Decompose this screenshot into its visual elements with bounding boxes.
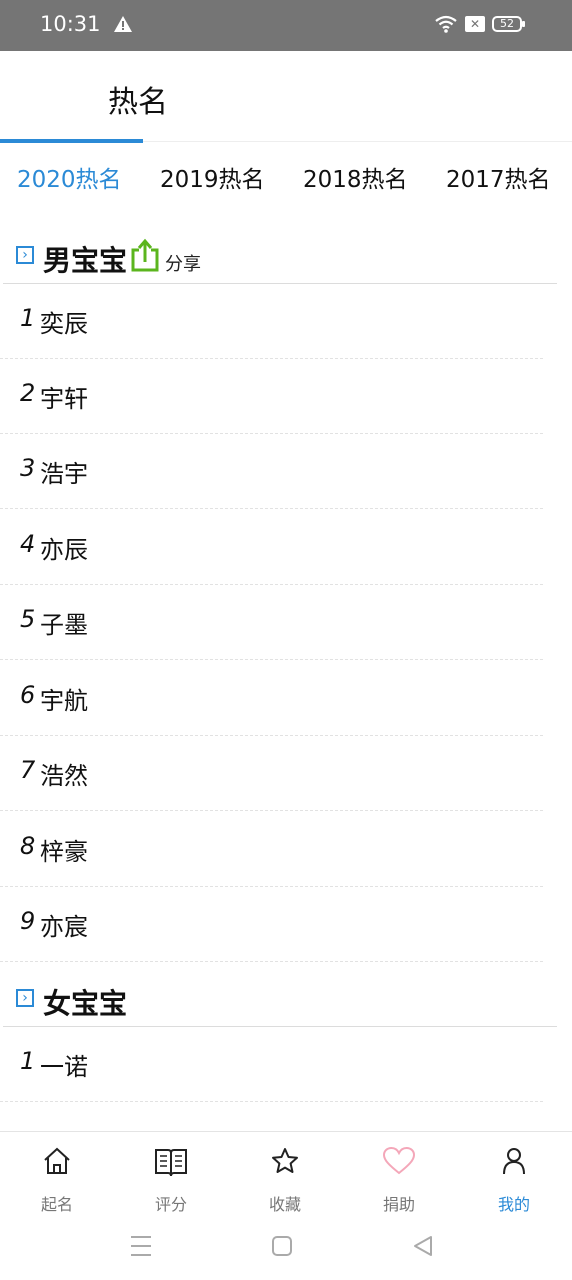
- sim-icon: ✕: [465, 16, 485, 32]
- year-tabs: 2020热名 2019热名 2018热名 2017热名: [0, 160, 572, 206]
- list-item[interactable]: 8 梓豪: [0, 812, 572, 887]
- row-divider: [0, 810, 543, 811]
- list-item[interactable]: 3 浩宇: [0, 434, 572, 509]
- rank-number: 4: [20, 530, 36, 558]
- nav-item-mine[interactable]: 我的: [457, 1132, 571, 1222]
- name-text: 子墨: [40, 611, 88, 639]
- list-item[interactable]: 4 亦辰: [0, 510, 572, 585]
- list-item[interactable]: 2 宇轩: [0, 359, 572, 434]
- tab-year-2018[interactable]: 2018热名: [303, 160, 408, 194]
- section-title-girl: 女宝宝: [43, 987, 128, 1020]
- tab-year-2017[interactable]: 2017热名: [446, 160, 551, 194]
- section-title-boy: 男宝宝: [43, 244, 128, 277]
- nav-label: 捐助: [382, 1195, 415, 1214]
- rank-number: 8: [20, 832, 36, 860]
- rank-number: 1: [20, 1047, 36, 1075]
- list-item[interactable]: 9 亦宸: [0, 887, 572, 962]
- expand-icon[interactable]: ›: [16, 246, 34, 264]
- nav-item-score[interactable]: 评分: [114, 1132, 228, 1222]
- user-icon: [499, 1146, 529, 1180]
- list-item[interactable]: 1 一诺: [0, 1027, 572, 1102]
- nav-label: 我的: [497, 1195, 530, 1214]
- section-header-girl: › 女宝宝: [0, 977, 572, 1027]
- back-icon[interactable]: [412, 1233, 434, 1263]
- wifi-icon: [434, 14, 458, 38]
- expand-icon[interactable]: ›: [16, 989, 34, 1007]
- star-icon: [270, 1146, 300, 1180]
- rank-number: 6: [20, 681, 36, 709]
- battery-icon: 52: [492, 16, 525, 32]
- name-text: 亦辰: [40, 536, 88, 564]
- home-icon: [42, 1146, 72, 1180]
- row-divider: [0, 659, 543, 660]
- nav-item-favorites[interactable]: 收藏: [228, 1132, 342, 1222]
- row-divider: [0, 1101, 543, 1102]
- list-item[interactable]: 5 子墨: [0, 585, 572, 660]
- share-icon[interactable]: [130, 238, 160, 276]
- name-text: 浩然: [40, 762, 88, 790]
- menu-icon[interactable]: [130, 1233, 152, 1263]
- rank-number: 1: [20, 304, 36, 332]
- tab-year-2020[interactable]: 2020热名: [17, 160, 122, 194]
- nav-item-donate[interactable]: 捐助: [342, 1132, 456, 1222]
- active-tab-indicator: [0, 139, 143, 143]
- tab-year-2019[interactable]: 2019热名: [160, 160, 265, 194]
- heart-icon: [382, 1146, 416, 1180]
- name-text: 一诺: [40, 1053, 88, 1081]
- rank-number: 9: [20, 907, 36, 935]
- rank-number: 3: [20, 454, 36, 482]
- name-text: 奕辰: [40, 310, 88, 338]
- share-button[interactable]: 分享: [165, 250, 201, 276]
- list-item[interactable]: 6 宇航: [0, 661, 572, 736]
- home-button-icon[interactable]: [272, 1233, 292, 1263]
- header-divider: [143, 141, 572, 142]
- row-divider: [0, 961, 543, 962]
- section-header-boy: › 男宝宝 分享: [0, 234, 572, 284]
- name-text: 浩宇: [40, 460, 88, 488]
- rank-number: 5: [20, 605, 36, 633]
- tab-hot-names[interactable]: 热名: [108, 77, 168, 121]
- rank-number: 2: [20, 379, 36, 407]
- status-bar: 10:31 ✕ 52: [0, 0, 572, 51]
- list-item[interactable]: 1 奕辰: [0, 284, 572, 359]
- name-text: 梓豪: [40, 838, 88, 866]
- status-time: 10:31: [40, 12, 101, 36]
- nav-item-naming[interactable]: 起名: [0, 1132, 114, 1222]
- system-navigation-bar: [0, 1221, 572, 1280]
- book-icon: [154, 1146, 188, 1182]
- nav-label: 起名: [40, 1195, 73, 1214]
- name-text: 宇航: [40, 687, 88, 715]
- nav-label: 评分: [154, 1195, 187, 1214]
- bottom-navigation: 起名 评分 收藏 捐助 我的: [0, 1131, 572, 1222]
- header-tabbar: 热名: [0, 51, 572, 143]
- list-item[interactable]: 7 浩然: [0, 736, 572, 811]
- rank-number: 7: [20, 756, 36, 784]
- row-divider: [0, 508, 543, 509]
- nav-label: 收藏: [268, 1195, 301, 1214]
- name-text: 宇轩: [40, 385, 88, 413]
- name-text: 亦宸: [40, 913, 88, 941]
- warning-icon: [113, 15, 133, 37]
